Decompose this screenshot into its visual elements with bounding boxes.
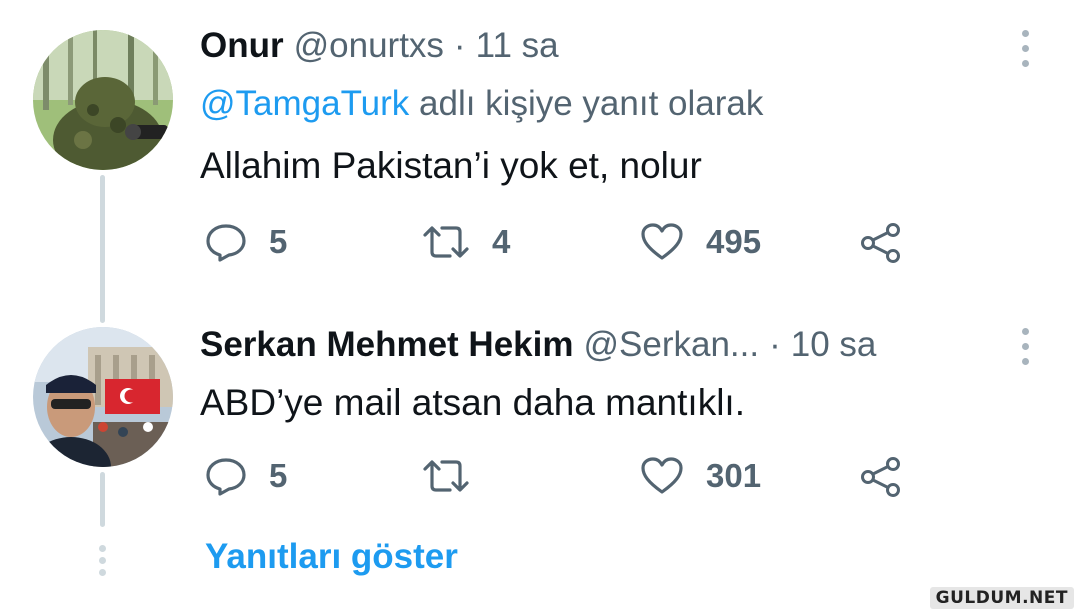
timestamp[interactable]: 11 sa <box>476 26 559 66</box>
like-icon <box>641 223 683 260</box>
share-button[interactable] <box>860 222 902 264</box>
like-icon <box>641 457 683 494</box>
share-button[interactable] <box>860 456 902 498</box>
retweet-count: 4 <box>492 223 511 260</box>
thread-continuation-dots <box>99 545 106 581</box>
reply-context-text: adlı kişiye yanıt olarak <box>419 84 764 123</box>
retweet-icon <box>423 460 469 492</box>
show-replies-link[interactable]: Yanıtları göster <box>205 537 458 577</box>
reply-count: 5 <box>269 457 288 494</box>
reply-button[interactable]: 5 <box>205 222 287 262</box>
reply-context: @TamgaTurk adlı kişiye yanıt olarak <box>200 84 763 124</box>
retweet-button[interactable]: 4 <box>422 222 510 262</box>
more-icon[interactable] <box>1022 30 1029 67</box>
tweet-header: Serkan Mehmet Hekim @Serkan... · 10 sa <box>200 325 876 365</box>
avatar-onur[interactable] <box>33 30 173 170</box>
thread-line <box>100 175 105 323</box>
separator-dot: · <box>453 26 466 65</box>
like-count: 495 <box>706 223 762 260</box>
retweet-button[interactable] <box>422 456 492 496</box>
separator-dot: · <box>769 325 781 364</box>
like-count: 301 <box>706 457 762 494</box>
reply-icon <box>206 224 246 262</box>
display-name[interactable]: Onur <box>200 26 284 66</box>
timestamp[interactable]: 10 sa <box>791 325 877 365</box>
tweet-text: ABD’ye mail atsan daha mantıklı. <box>200 382 745 423</box>
tweet-text: Allahim Pakistan’i yok et, nolur <box>200 145 702 186</box>
watermark-logo: GULDUM.NET <box>929 587 1074 609</box>
reply-button[interactable]: 5 <box>205 456 287 496</box>
thread-line <box>100 472 105 527</box>
share-icon <box>861 457 900 497</box>
retweet-icon <box>423 226 469 258</box>
display-name[interactable]: Serkan Mehmet Hekim <box>200 325 573 365</box>
user-handle[interactable]: @Serkan... <box>583 325 759 365</box>
mention-link[interactable]: @TamgaTurk <box>200 84 409 123</box>
avatar-serkan[interactable] <box>33 327 173 467</box>
like-button[interactable]: 495 <box>640 222 761 262</box>
share-icon <box>861 223 900 263</box>
reply-count: 5 <box>269 223 288 260</box>
reply-icon <box>206 458 246 496</box>
user-handle[interactable]: @onurtxs <box>294 26 444 66</box>
more-icon[interactable] <box>1022 328 1029 365</box>
tweet-header: Onur @onurtxs · 11 sa <box>200 26 559 66</box>
like-button[interactable]: 301 <box>640 456 761 496</box>
